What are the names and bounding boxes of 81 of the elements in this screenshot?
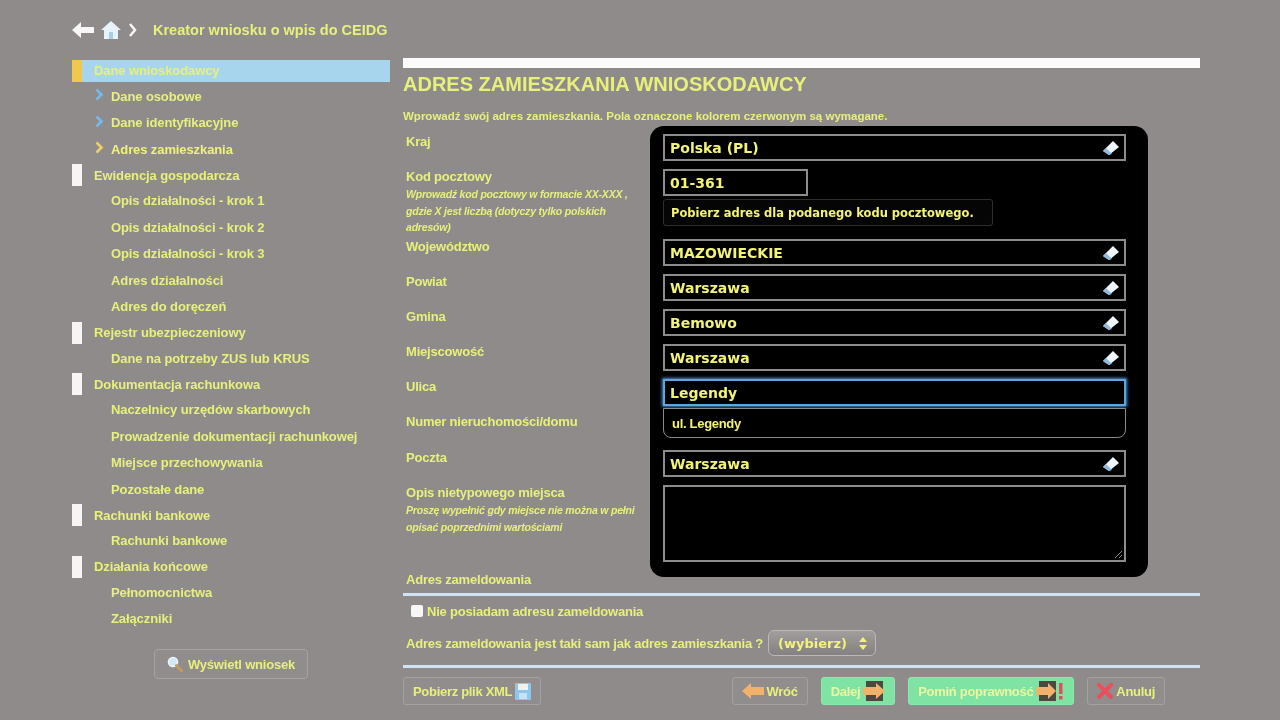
field-hint: Proszę wypełnić gdy miejsce nie można w pełni opisać poprzednimi wartościami bbox=[406, 503, 636, 535]
sidebar-item[interactable]: Załączniki bbox=[72, 605, 390, 632]
home-icon[interactable] bbox=[100, 20, 122, 40]
chevron-right-icon bbox=[94, 88, 104, 102]
resize-grip-icon[interactable] bbox=[1114, 550, 1123, 559]
intro-text: Wprowadź swój adres zamieszkania. Pola oznaczone kolorem czerwonym są wymagane. bbox=[403, 109, 889, 123]
left-arrow-icon bbox=[741, 682, 764, 700]
field-label: Ulica bbox=[406, 379, 438, 394]
field-label: Numer nieruchomości/domu bbox=[406, 414, 579, 429]
input-field[interactable]: MAZOWIECKIE bbox=[663, 239, 1126, 266]
eraser-icon[interactable] bbox=[1102, 244, 1120, 261]
group-marker-icon bbox=[72, 321, 82, 344]
page-title: ADRES ZAMIESZKANIA WNIOSKODAWCY bbox=[403, 73, 808, 95]
section-title: Adres zameldowania bbox=[405, 572, 533, 587]
show-application-button[interactable]: Wyświetl wniosek bbox=[153, 649, 309, 679]
eraser-icon[interactable] bbox=[1102, 139, 1120, 156]
field-label: Miejscowość bbox=[406, 344, 485, 359]
field-label: Województwo bbox=[406, 239, 491, 254]
fetch-address-button[interactable]: Pobierz adres dla podanego kodu pocztowego. bbox=[663, 199, 993, 226]
field-hint: Wprowadź kod pocztowy w formacie XX-XXX , gdzie X jest liczbą (dotyczy tylko polskich adresów) bbox=[406, 187, 629, 235]
download-xml-button[interactable]: Pobierz plik XML bbox=[403, 677, 542, 705]
sidebar-item[interactable]: Rachunki bankowe bbox=[72, 527, 390, 554]
chevron-right-icon bbox=[94, 114, 104, 128]
x-mark-icon bbox=[1097, 683, 1114, 699]
sidebar-group[interactable]: Ewidencja gospodarcza bbox=[72, 164, 390, 186]
select-field[interactable]: (wybierz) bbox=[768, 630, 877, 656]
textarea-field[interactable] bbox=[663, 485, 1126, 562]
checkbox[interactable] bbox=[411, 605, 423, 617]
input-field[interactable]: Bemowo bbox=[663, 309, 1126, 336]
sidebar-group[interactable]: Dokumentacja rachunkowa bbox=[72, 373, 390, 395]
back-arrow-icon[interactable] bbox=[72, 22, 94, 38]
field-label: Poczta bbox=[406, 450, 448, 465]
field-label: Powiat bbox=[406, 274, 448, 289]
input-field[interactable]: Legendy bbox=[663, 379, 1126, 406]
sidebar-group[interactable]: Rejestr ubezpieczeniowy bbox=[72, 321, 390, 344]
sidebar-item[interactable]: Prowadzenie dokumentacji rachunkowej bbox=[72, 423, 390, 450]
field-label: Opis nietypowego miejsca bbox=[406, 485, 566, 500]
arrow-exclamation-icon bbox=[1036, 681, 1065, 701]
question-text: Adres zameldowania jest taki sam jak adres zamieszkania ? bbox=[406, 635, 764, 651]
field-label: Gmina bbox=[406, 309, 447, 324]
sidebar-item[interactable]: Naczelnicy urzędów skarbowych bbox=[72, 396, 390, 423]
input-field[interactable]: Warszawa bbox=[663, 450, 1126, 477]
sidebar-item[interactable]: Opis działalności - krok 1 bbox=[72, 187, 390, 214]
group-marker-icon bbox=[72, 504, 82, 526]
chevron-right-icon bbox=[128, 22, 137, 38]
group-marker-icon bbox=[72, 555, 82, 578]
sidebar-item[interactable]: Dane identyfikacyjne bbox=[72, 109, 390, 136]
sidebar-item[interactable]: Adres do doręczeń bbox=[72, 293, 390, 320]
sidebar-item[interactable]: Pełnomocnictwa bbox=[72, 579, 390, 606]
up-down-arrows-icon bbox=[859, 636, 868, 650]
sidebar-item[interactable]: Pozostałe dane bbox=[72, 476, 390, 503]
input-field[interactable]: Warszawa bbox=[663, 274, 1126, 301]
eraser-icon[interactable] bbox=[1102, 455, 1120, 472]
cancel-button[interactable]: Anuluj bbox=[1087, 677, 1165, 705]
sidebar-item[interactable]: Dane na potrzeby ZUS lub KRUS bbox=[72, 345, 390, 372]
sidebar-group[interactable]: Rachunki bankowe bbox=[72, 504, 390, 526]
eraser-icon[interactable] bbox=[1102, 349, 1120, 366]
input-field[interactable]: Polska (PL) bbox=[663, 134, 1126, 161]
eraser-icon[interactable] bbox=[1102, 314, 1120, 331]
back-button[interactable]: Wróć bbox=[731, 677, 808, 705]
right-arrow-icon bbox=[863, 681, 886, 701]
group-marker-icon bbox=[72, 59, 82, 82]
field-label: Kod pocztowy bbox=[406, 169, 493, 184]
input-field[interactable]: 01-361 bbox=[663, 169, 808, 196]
sidebar-item[interactable]: Dane osobowe bbox=[72, 83, 390, 110]
sidebar-item[interactable]: Opis działalności - krok 2 bbox=[72, 214, 390, 241]
no-address-checkbox-label[interactable]: Nie posiadam adresu zameldowania bbox=[403, 602, 644, 620]
sidebar-item[interactable]: Opis działalności - krok 3 bbox=[72, 240, 390, 267]
sidebar-item[interactable]: Adres zamieszkania bbox=[72, 136, 390, 163]
eraser-icon[interactable] bbox=[1102, 279, 1120, 296]
field-label: Kraj bbox=[406, 134, 432, 149]
chevron-right-icon bbox=[94, 141, 104, 155]
sidebar-item[interactable]: Miejsce przechowywania bbox=[72, 449, 390, 476]
sidebar-group[interactable]: Działania końcowe bbox=[72, 555, 390, 578]
group-marker-icon bbox=[72, 164, 82, 186]
search-icon bbox=[166, 656, 183, 672]
breadcrumb-title: Kreator wniosku o wpis do CEIDG bbox=[153, 22, 388, 38]
sidebar-item[interactable]: Adres działalności bbox=[72, 267, 390, 294]
group-marker-icon bbox=[72, 373, 82, 395]
suggestion-item[interactable]: ul. Legendy bbox=[663, 408, 1126, 438]
input-field[interactable]: Warszawa bbox=[663, 344, 1126, 371]
